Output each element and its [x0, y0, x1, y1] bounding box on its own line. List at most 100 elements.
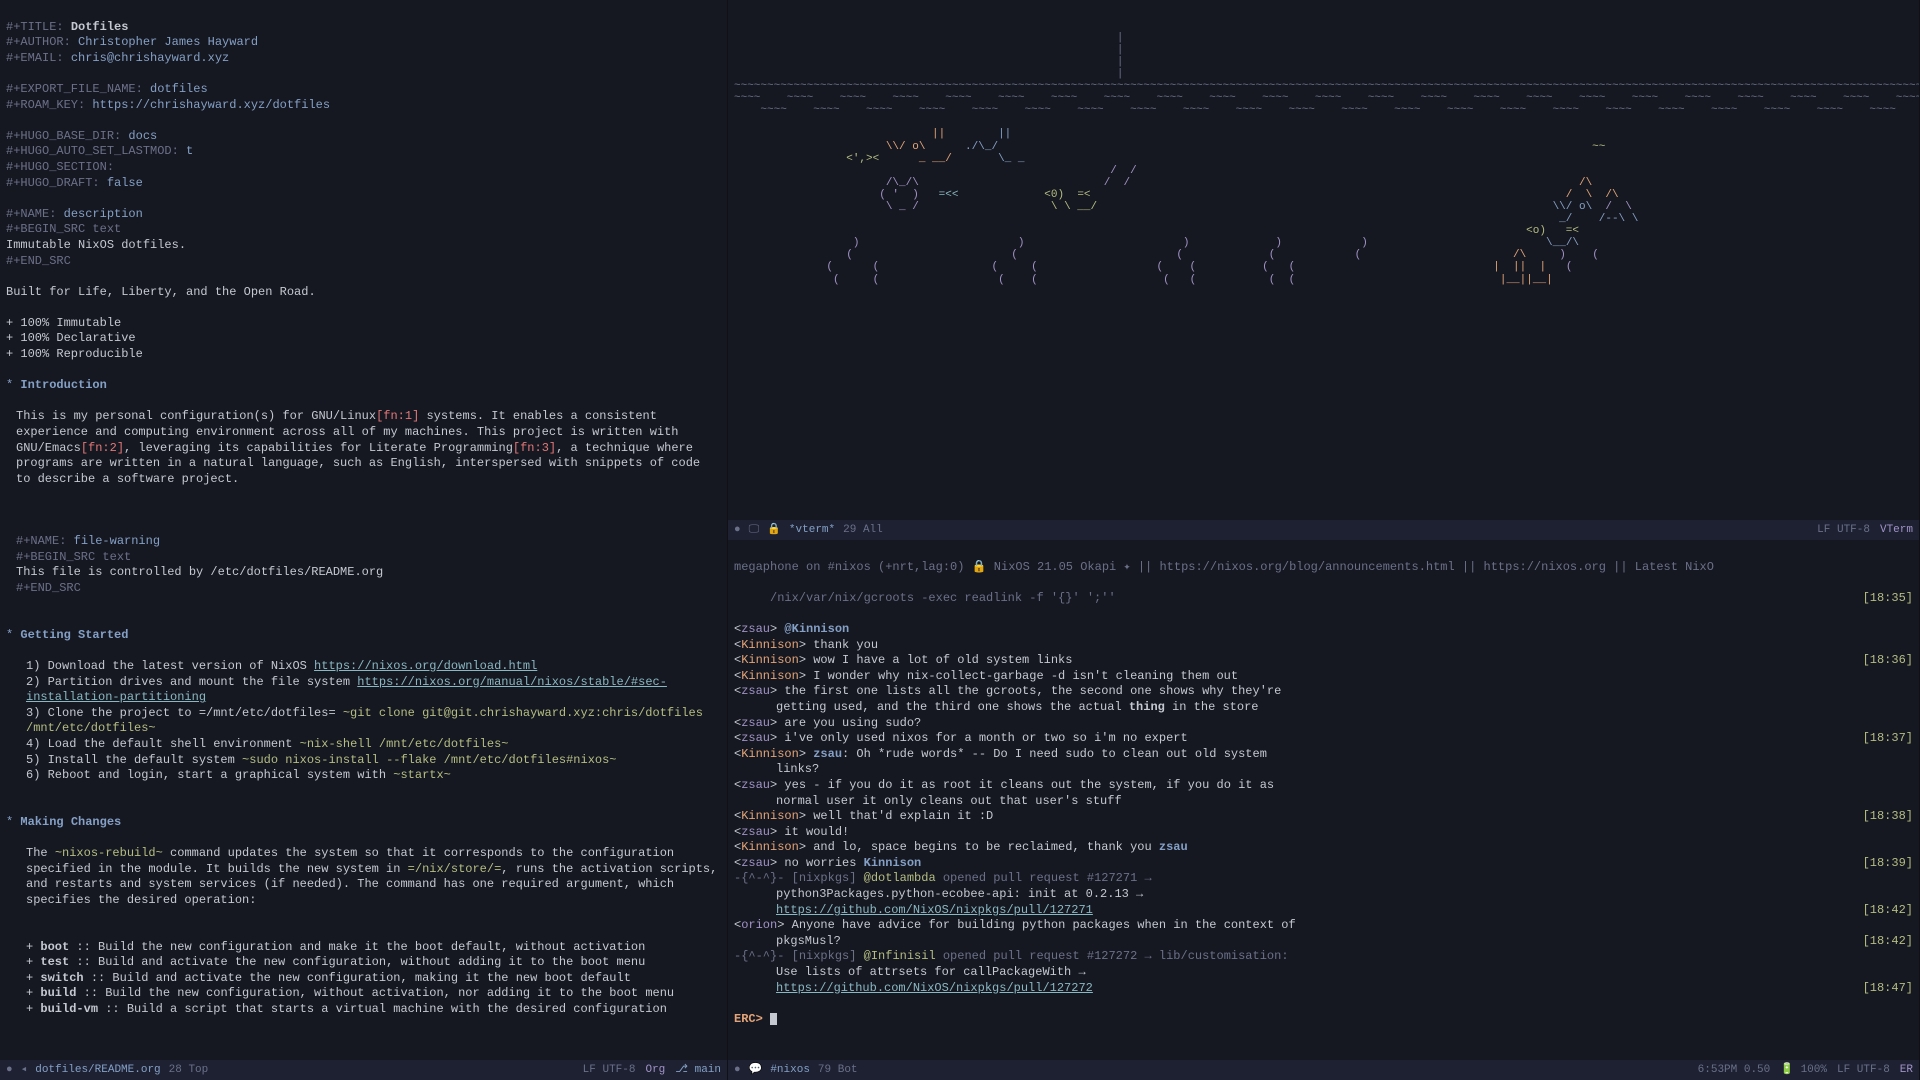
irc-message: https://github.com/NixOS/nixpkgs/pull/12…: [734, 981, 1913, 997]
op-item: + boot :: Build the new configuration an…: [26, 940, 721, 956]
irc-message: <zsau> @Kinnison: [734, 622, 1913, 638]
heading-introduction[interactable]: Introduction: [20, 378, 106, 392]
modeline-left: ● ◂ dotfiles/README.org 28 Top LF UTF-8 …: [0, 1060, 727, 1080]
email-value: chris@chrishayward.xyz: [71, 51, 229, 65]
irc-message: <Kinnison> wow I have a lot of old syste…: [734, 653, 1913, 669]
src-name-value: description: [64, 207, 143, 221]
hugo-base-key: #+HUGO_BASE_DIR:: [6, 129, 121, 143]
getting-started-steps: 1) Download the latest version of NixOS …: [6, 659, 721, 784]
vcs-icon: ⎇: [675, 1064, 688, 1076]
modeline-buffer[interactable]: *vterm*: [789, 523, 835, 537]
terminal-icon: 🖵: [749, 523, 760, 537]
irc-message: links?: [734, 762, 1913, 778]
battery-icon: 🔋: [1780, 1064, 1794, 1076]
title-key: #+TITLE:: [6, 20, 64, 34]
heading-getting-started[interactable]: Getting Started: [20, 628, 128, 642]
ascii-art: | | | | ~~~~~~~~~~~~~~~~~~: [734, 20, 1913, 286]
timestamp: [18:47]: [1863, 981, 1913, 997]
step-item: 6) Reboot and login, start a graphical s…: [26, 768, 721, 784]
chat-icon: 💬: [749, 1063, 763, 1077]
modeline-bottom-right: ● 💬 #nixos 79 Bot 6:53PM 0.50 🔋 100% LF …: [728, 1060, 1919, 1080]
vcs-branch[interactable]: main: [695, 1064, 721, 1076]
irc-topic-cont: /nix/var/nix/gcroots -exec readlink -f '…: [734, 591, 1913, 607]
hugo-section-key: #+HUGO_SECTION:: [6, 160, 114, 174]
warn-name-key: #+NAME:: [16, 534, 66, 548]
hugo-lastmod-value: t: [186, 144, 193, 158]
modeline-clock: 6:53PM 0.50: [1698, 1063, 1771, 1077]
src-desc-body: Immutable NixOS dotfiles.: [6, 238, 186, 252]
warn-end: #+END_SRC: [16, 581, 81, 595]
bullet-immutable: + 100% Immutable: [6, 316, 121, 330]
modeline-mode: ER: [1900, 1063, 1913, 1077]
roam-key: #+ROAM_KEY:: [6, 98, 85, 112]
modeline-encoding: LF UTF-8: [1837, 1063, 1890, 1077]
irc-message: <Kinnison> and lo, space begins to be re…: [734, 840, 1913, 856]
irc-message: <orion> Anyone have advice for building …: [734, 918, 1913, 934]
org-buffer[interactable]: #+TITLE: Dotfiles #+AUTHOR: Christopher …: [6, 4, 721, 1080]
irc-link[interactable]: https://github.com/NixOS/nixpkgs/pull/12…: [776, 981, 1093, 995]
irc-message: pkgsMusl?[18:42]: [734, 934, 1913, 950]
irc-link[interactable]: https://github.com/NixOS/nixpkgs/pull/12…: [776, 903, 1093, 917]
tagline: Built for Life, Liberty, and the Open Ro…: [6, 285, 316, 299]
modeline-top-right: ● 🖵 🔒 *vterm* 29 All LF UTF-8 VTerm: [728, 520, 1919, 540]
roam-value: https://chrishayward.xyz/dotfiles: [92, 98, 330, 112]
making-changes-ops: + boot :: Build the new configuration an…: [6, 940, 721, 1018]
op-item: + test :: Build and activate the new con…: [26, 955, 721, 971]
step-item: 5) Install the default system ~sudo nixo…: [26, 753, 721, 769]
irc-message: <zsau> i've only used nixos for a month …: [734, 731, 1913, 747]
author-value: Christopher James Hayward: [78, 35, 258, 49]
modeline-file[interactable]: dotfiles/README.org: [35, 1063, 160, 1077]
bullet-reproducible: + 100% Reproducible: [6, 347, 143, 361]
footnote-3[interactable]: [fn:3]: [513, 441, 556, 455]
op-item: + build :: Build the new configuration, …: [26, 986, 721, 1002]
irc-message: <zsau> the first one lists all the gcroo…: [734, 684, 1913, 700]
footnote-1[interactable]: [fn:1]: [376, 409, 419, 423]
warn-begin: #+BEGIN_SRC text: [16, 550, 131, 564]
irc-message: python3Packages.python-ecobee-api: init …: [734, 887, 1913, 903]
email-key: #+EMAIL:: [6, 51, 64, 65]
irc-pane[interactable]: megaphone on #nixos (+nrt,lag:0) 🔒 NixOS…: [728, 540, 1920, 1080]
heading-making-changes[interactable]: Making Changes: [20, 815, 121, 829]
timestamp: [18:38]: [1863, 809, 1913, 825]
author-key: #+AUTHOR:: [6, 35, 71, 49]
star-icon: ✦: [1123, 560, 1130, 574]
hugo-base-value: docs: [128, 129, 157, 143]
irc-prompt-line[interactable]: ERC>: [734, 1012, 1913, 1028]
modeline-encoding: LF UTF-8: [1817, 523, 1870, 537]
step-item: 2) Partition drives and mount the file s…: [26, 675, 721, 706]
lock-icon: 🔒: [767, 523, 781, 537]
op-item: + build-vm :: Build a script that starts…: [26, 1002, 721, 1018]
export-key: #+EXPORT_FILE_NAME:: [6, 82, 143, 96]
modeline-position: 79 Bot: [818, 1063, 858, 1077]
step-item: 1) Download the latest version of NixOS …: [26, 659, 721, 675]
timestamp: [18:39]: [1863, 856, 1913, 872]
irc-message: <zsau> no worries Kinnison[18:39]: [734, 856, 1913, 872]
modeline-encoding: LF UTF-8: [583, 1063, 636, 1077]
src-name-key: #+NAME:: [6, 207, 56, 221]
intro-body: This is my personal configuration(s) for…: [6, 409, 721, 487]
bullet-declarative: + 100% Declarative: [6, 331, 136, 345]
modeline-buffer[interactable]: #nixos: [770, 1063, 810, 1077]
modeline-mode: Org: [645, 1063, 665, 1077]
battery-pct: 100%: [1801, 1064, 1827, 1076]
hugo-draft-value: false: [107, 176, 143, 190]
irc-message: -{^-^}- [nixpkgs] @dotlambda opened pull…: [734, 871, 1913, 887]
back-icon[interactable]: ◂: [21, 1063, 28, 1077]
lock-icon: 🔒: [972, 560, 987, 574]
cursor: [770, 1013, 777, 1025]
footnote-2[interactable]: [fn:2]: [81, 441, 124, 455]
title-value: Dotfiles: [71, 20, 129, 34]
irc-message: <zsau> are you using sudo?: [734, 716, 1913, 732]
step-link[interactable]: https://nixos.org/manual/nixos/stable/#s…: [26, 675, 667, 705]
state-icon: ●: [6, 1063, 13, 1077]
warn-name-value: file-warning: [74, 534, 160, 548]
irc-message: normal user it only cleans out that user…: [734, 794, 1913, 810]
hugo-lastmod-key: #+HUGO_AUTO_SET_LASTMOD:: [6, 144, 179, 158]
step-link[interactable]: https://nixos.org/download.html: [314, 659, 537, 673]
timestamp: [18:42]: [1863, 903, 1913, 919]
terminal-pane[interactable]: | | | | ~~~~~~~~~~~~~~~~~~: [728, 0, 1920, 540]
timestamp: [18:37]: [1863, 731, 1913, 747]
src-begin: #+BEGIN_SRC text: [6, 222, 121, 236]
irc-buffer: megaphone on #nixos (+nrt,lag:0) 🔒 NixOS…: [734, 544, 1913, 1043]
editor-pane-left: #+TITLE: Dotfiles #+AUTHOR: Christopher …: [0, 0, 728, 1080]
